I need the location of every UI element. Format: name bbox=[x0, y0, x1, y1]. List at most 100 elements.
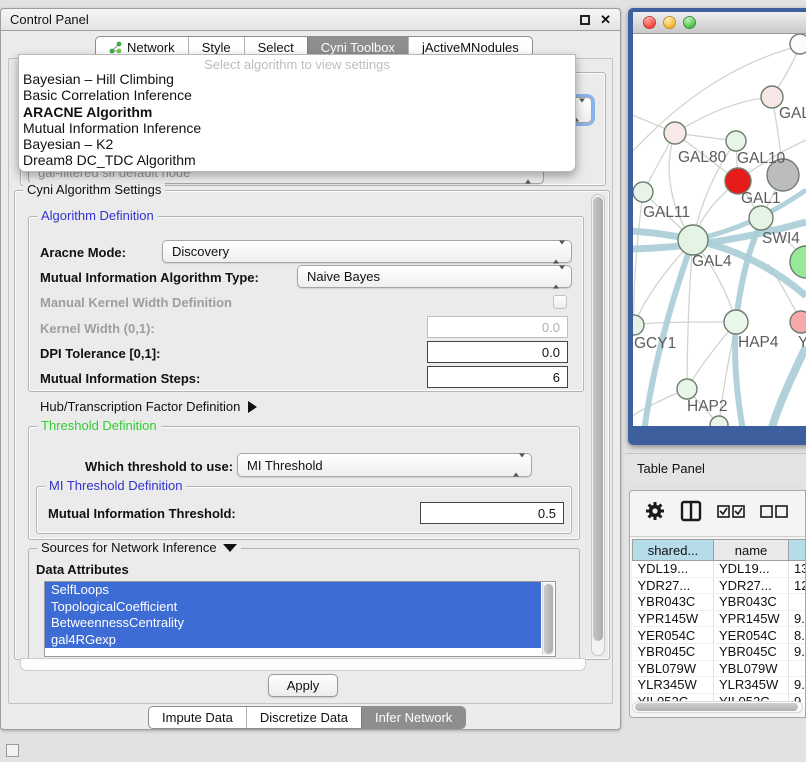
table-row[interactable]: YLR345WYLR345W9. bbox=[633, 677, 806, 694]
node-label: GAL10 bbox=[737, 150, 786, 167]
column-header[interactable]: A bbox=[789, 540, 806, 561]
menu-item[interactable]: Bayesian – K2 bbox=[19, 136, 575, 152]
network-node[interactable] bbox=[790, 311, 806, 333]
node-label: HAP2 bbox=[687, 398, 728, 415]
manual-kernel-checkbox[interactable] bbox=[553, 295, 567, 309]
mi-threshold-definition-title: MI Threshold Definition bbox=[45, 478, 186, 493]
hub-definition-toggle[interactable]: Hub/Transcription Factor Definition bbox=[40, 399, 257, 414]
attribute-item[interactable]: BetweennessCentrality bbox=[45, 615, 541, 632]
mi-threshold-label: Mutual Information Threshold: bbox=[48, 506, 236, 521]
attribute-item[interactable]: gal4RGexp bbox=[45, 632, 541, 649]
control-panel-titlebar[interactable]: Control Panel ✕ bbox=[0, 8, 621, 31]
tab-discretize-data[interactable]: Discretize Data bbox=[246, 707, 361, 728]
column-header[interactable]: name bbox=[714, 540, 789, 561]
table-row[interactable]: YBR045CYBR045C9. bbox=[633, 643, 806, 660]
table-hscrollbar[interactable] bbox=[632, 701, 803, 713]
control-panel-title: Control Panel bbox=[10, 12, 89, 27]
aracne-mode-combo[interactable]: Discovery bbox=[162, 240, 572, 263]
network-node[interactable] bbox=[664, 122, 686, 144]
settings-group-title: Cyni Algorithm Settings bbox=[23, 182, 165, 197]
network-node[interactable] bbox=[633, 315, 644, 335]
node-label: GAL80 bbox=[678, 149, 727, 166]
list-scrollbar[interactable] bbox=[542, 583, 554, 655]
dpi-tolerance-field[interactable]: 0.0 bbox=[427, 341, 568, 363]
network-node[interactable] bbox=[724, 310, 748, 334]
attr-items: SelfLoopsTopologicalCoefficientBetweenne… bbox=[45, 582, 555, 648]
close-traffic-light-icon[interactable] bbox=[643, 16, 656, 29]
network-node[interactable] bbox=[790, 34, 806, 54]
node-label: GCY1 bbox=[634, 335, 676, 352]
dpi-tolerance-label: DPI Tolerance [0,1]: bbox=[40, 346, 160, 361]
split-columns-icon[interactable] bbox=[680, 500, 702, 527]
threshold-definition-title: Threshold Definition bbox=[37, 418, 161, 433]
node-label: GAL4 bbox=[692, 253, 732, 270]
network-edge bbox=[768, 347, 806, 426]
settings-gear-icon[interactable] bbox=[645, 501, 665, 526]
attribute-item[interactable]: SelfLoops bbox=[45, 582, 541, 599]
combo-arrows-icon bbox=[553, 244, 565, 259]
mi-type-label: Mutual Information Algorithm Type: bbox=[40, 270, 259, 285]
network-window-titlebar[interactable] bbox=[633, 12, 806, 34]
select-all-checked-icon[interactable] bbox=[717, 505, 745, 523]
network-node[interactable] bbox=[633, 182, 653, 202]
data-attributes-list[interactable]: SelfLoopsTopologicalCoefficientBetweenne… bbox=[44, 581, 556, 657]
mi-steps-label: Mutual Information Steps: bbox=[40, 371, 200, 386]
combo-arrows-icon bbox=[513, 458, 525, 473]
mi-steps-field[interactable]: 6 bbox=[427, 366, 568, 388]
algorithm-definition-title: Algorithm Definition bbox=[37, 208, 158, 223]
table-row[interactable]: YDL19...YDL19...13 bbox=[633, 561, 806, 578]
node-table[interactable]: shared...nameA YDL19...YDL19...13YDR27..… bbox=[632, 539, 805, 710]
zoom-traffic-light-icon[interactable] bbox=[683, 16, 696, 29]
menu-item[interactable]: Basic Correlation Inference bbox=[19, 87, 575, 103]
deselect-all-unchecked-icon[interactable] bbox=[760, 505, 788, 523]
algorithm-menu-items: Bayesian – Hill ClimbingBasic Correlatio… bbox=[19, 71, 575, 169]
table-row[interactable]: YBL079WYBL079W bbox=[633, 660, 806, 677]
mi-threshold-field[interactable]: 0.5 bbox=[420, 502, 564, 524]
table-row[interactable]: YDR27...YDR27...12 bbox=[633, 577, 806, 594]
settings-hscrollbar[interactable] bbox=[20, 658, 586, 671]
menu-item[interactable]: ARACNE Algorithm bbox=[19, 104, 575, 120]
kernel-width-label: Kernel Width (0,1): bbox=[40, 321, 155, 336]
table-header-row: shared...nameA bbox=[633, 540, 806, 561]
settings-scrollbar[interactable] bbox=[591, 194, 605, 656]
menu-item[interactable]: Mutual Information Inference bbox=[19, 120, 575, 136]
menu-item[interactable]: Dream8 DC_TDC Algorithm bbox=[19, 152, 575, 168]
algorithm-dropdown-popup: Select algorithm to view settings Bayesi… bbox=[18, 54, 576, 172]
network-node[interactable] bbox=[726, 131, 746, 151]
dropdown-prompt: Select algorithm to view settings bbox=[19, 55, 575, 71]
table-panel-header: Table Panel bbox=[625, 453, 806, 483]
mi-type-combo[interactable]: Naive Bayes bbox=[297, 265, 572, 288]
minimize-traffic-light-icon[interactable] bbox=[663, 16, 676, 29]
network-canvas[interactable]: GAL80GAL10GAL1GAL11SWI4GAL4GCY1HAP4YHAP2… bbox=[633, 34, 806, 426]
sources-group-title[interactable]: Sources for Network Inference bbox=[37, 540, 241, 555]
network-edge bbox=[675, 97, 772, 133]
node-label: SWI4 bbox=[762, 230, 800, 247]
table-toolbar bbox=[630, 491, 805, 537]
minimized-panel-icon[interactable] bbox=[6, 744, 19, 757]
tab-infer-network[interactable]: Infer Network bbox=[361, 707, 465, 728]
table-panel: shared...nameA YDL19...YDL19...13YDR27..… bbox=[629, 490, 806, 718]
network-node[interactable] bbox=[678, 225, 708, 255]
kernel-width-field[interactable]: 0.0 bbox=[427, 316, 568, 338]
network-canvas-svg: GAL80GAL10GAL1GAL11SWI4GAL4GCY1HAP4YHAP2… bbox=[633, 34, 806, 426]
close-icon[interactable]: ✕ bbox=[600, 15, 611, 25]
column-header[interactable]: shared... bbox=[633, 540, 714, 561]
expand-down-icon bbox=[223, 544, 237, 552]
which-threshold-label: Which threshold to use: bbox=[85, 459, 233, 474]
table-row[interactable]: YBR043CYBR043C bbox=[633, 594, 806, 611]
network-node[interactable] bbox=[677, 379, 697, 399]
network-edge bbox=[634, 192, 643, 325]
node-label: HAP4 bbox=[738, 334, 779, 351]
network-node[interactable] bbox=[790, 246, 806, 278]
table-row[interactable]: YPR145WYPR145W9. bbox=[633, 610, 806, 627]
table-body: YDL19...YDL19...13YDR27...YDR27...12YBR0… bbox=[633, 561, 806, 710]
which-threshold-combo[interactable]: MI Threshold bbox=[237, 453, 532, 477]
network-edge bbox=[634, 322, 724, 325]
table-row[interactable]: YER054CYER054C8. bbox=[633, 627, 806, 644]
menu-item[interactable]: Bayesian – Hill Climbing bbox=[19, 71, 575, 87]
float-window-icon[interactable] bbox=[580, 15, 590, 25]
tab-impute-data[interactable]: Impute Data bbox=[149, 707, 246, 728]
attribute-item[interactable]: TopologicalCoefficient bbox=[45, 599, 541, 616]
network-node[interactable] bbox=[749, 206, 773, 230]
apply-button[interactable]: Apply bbox=[268, 674, 338, 697]
